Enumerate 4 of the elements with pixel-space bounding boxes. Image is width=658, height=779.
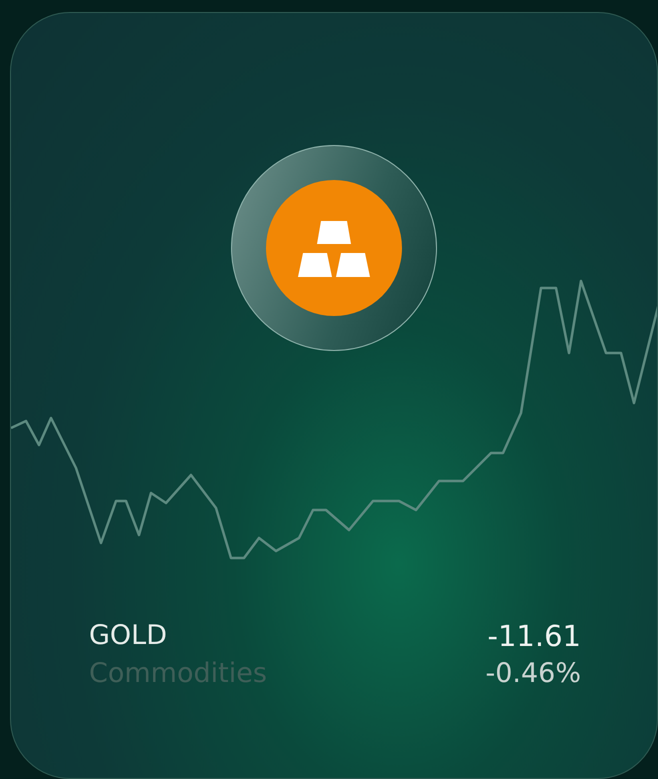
percent-change: -0.46% — [485, 657, 581, 691]
price-change: -11.61 — [488, 618, 581, 655]
stacked-ingots-icon — [266, 180, 402, 316]
asset-name: GOLD — [89, 619, 168, 653]
